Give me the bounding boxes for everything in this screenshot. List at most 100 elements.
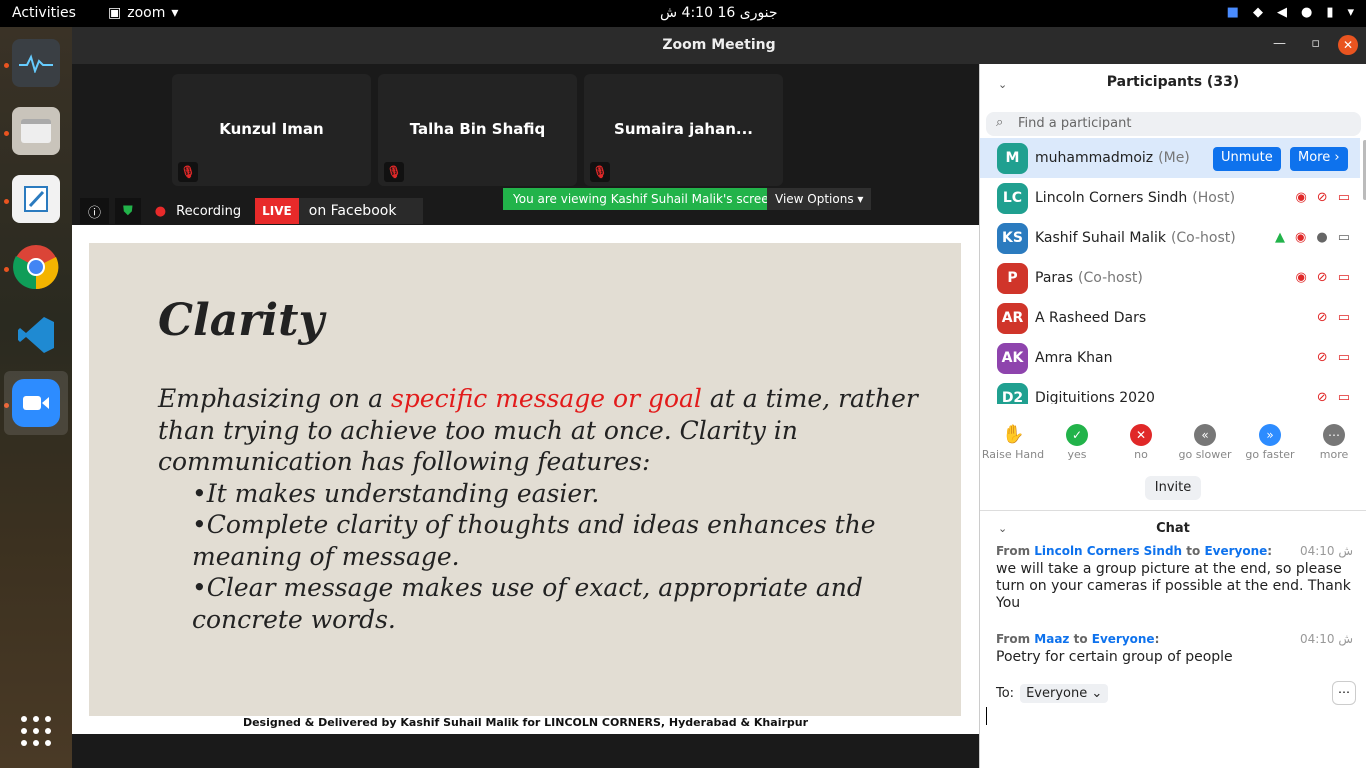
yes-button[interactable]: ✓ yes bbox=[1045, 424, 1109, 461]
vscode-icon[interactable] bbox=[12, 311, 60, 359]
participant-row[interactable]: D2 Digituitions 2020 ⊘ ▭ bbox=[980, 378, 1360, 404]
chevron-down-icon: ▾ bbox=[1347, 5, 1354, 20]
zoom-icon[interactable] bbox=[12, 379, 60, 427]
no-button[interactable]: ✕ no bbox=[1109, 424, 1173, 461]
participant-name: Sumaira jahan... bbox=[614, 120, 753, 138]
recording-label: Recording bbox=[176, 203, 242, 219]
participant-name: Kashif Suhail Malik bbox=[1035, 230, 1166, 246]
files-icon[interactable] bbox=[12, 107, 60, 155]
chat-message: From Lincoln Corners Sindh to Everyone: … bbox=[980, 544, 1366, 612]
recording-icon: ◉ bbox=[1295, 190, 1307, 205]
text-editor-icon[interactable] bbox=[12, 175, 60, 223]
shield-icon[interactable]: ⛊ bbox=[115, 198, 141, 224]
muted-mic-icon: 🎙 bbox=[590, 162, 610, 182]
app-menu[interactable]: ▣ zoom ▾ bbox=[108, 5, 178, 21]
running-indicator bbox=[4, 63, 9, 68]
slide-title: Clarity bbox=[158, 295, 325, 346]
participant-row[interactable]: KS Kashif Suhail Malik (Co-host) ▲ ◉ ● ▭ bbox=[980, 218, 1360, 258]
avatar: D2 bbox=[997, 382, 1028, 404]
video-tile[interactable]: Kunzul Iman 🎙 bbox=[172, 74, 371, 186]
maximize-icon[interactable]: ▫ bbox=[1311, 36, 1320, 51]
screen-share-banner: You are viewing Kashif Suhail Malik's sc… bbox=[503, 188, 787, 210]
participant-role: (Me) bbox=[1158, 150, 1190, 166]
participant-row[interactable]: LC Lincoln Corners Sindh (Host) ◉ ⊘ ▭ bbox=[980, 178, 1360, 218]
recording-icon: ◉ bbox=[1295, 230, 1307, 245]
slide-bullet: •Complete clarity of thoughts and ideas … bbox=[192, 510, 876, 571]
participant-row[interactable]: AK Amra Khan ⊘ ▭ bbox=[980, 338, 1360, 378]
search-icon: ⌕ bbox=[996, 115, 1004, 130]
clock[interactable]: جنوری 16 4:10 ش bbox=[660, 5, 778, 21]
recipient-select[interactable]: Everyone ⌄ bbox=[1020, 684, 1109, 703]
video-tile[interactable]: Sumaira jahan... 🎙 bbox=[584, 74, 783, 186]
participant-name: muhammadmoiz bbox=[1035, 150, 1154, 166]
recipient-name[interactable]: Everyone bbox=[1204, 544, 1267, 558]
slide-body: Emphasizing on a specific message or goa… bbox=[158, 383, 918, 635]
activities-button[interactable]: Activities bbox=[12, 5, 76, 21]
avatar: AR bbox=[997, 302, 1028, 334]
view-options-button[interactable]: View Options ▾ bbox=[767, 188, 872, 210]
message-time: 04:10 ش bbox=[1299, 544, 1353, 558]
message-sender-line: From Maaz to Everyone: bbox=[996, 632, 1351, 646]
participant-search-input[interactable]: ⌕ Find a participant bbox=[986, 112, 1361, 136]
slide: Clarity Emphasizing on a specific messag… bbox=[89, 243, 961, 716]
sender-name[interactable]: Lincoln Corners Sindh bbox=[1034, 544, 1182, 558]
participants-header: Participants (33) bbox=[1106, 74, 1240, 90]
chrome-icon[interactable] bbox=[12, 243, 60, 291]
microphone-icon: ● bbox=[1316, 230, 1328, 245]
message-sender-line: From Lincoln Corners Sindh to Everyone: bbox=[996, 544, 1351, 558]
avatar: M bbox=[997, 142, 1028, 174]
video-off-icon: ▭ bbox=[1337, 310, 1350, 325]
system-monitor-icon[interactable] bbox=[12, 39, 60, 87]
meeting-stage: Kunzul Iman 🎙 Talha Bin Shafiq 🎙 Sumaira j… bbox=[72, 64, 979, 768]
message-text: Poetry for certain group of people bbox=[996, 649, 1233, 665]
chat-header: Chat bbox=[1156, 521, 1190, 536]
go-faster-button[interactable]: » go faster bbox=[1238, 424, 1302, 461]
sender-name[interactable]: Maaz bbox=[1034, 632, 1069, 646]
participant-row[interactable]: M muhammadmoiz (Me) Unmute More › bbox=[980, 138, 1360, 178]
to-prefix: to bbox=[1182, 544, 1205, 558]
info-icon[interactable]: ⓘ bbox=[80, 198, 110, 224]
participant-role: (Co-host) bbox=[1078, 270, 1143, 286]
chat-input[interactable] bbox=[986, 707, 987, 725]
participant-row[interactable]: AR A Rasheed Dars ⊘ ▭ bbox=[980, 298, 1360, 338]
recipient-name[interactable]: Everyone bbox=[1092, 632, 1155, 646]
meeting-status-row: ⓘ ⛊ ● Recording LIVE on Facebook bbox=[80, 198, 423, 224]
record-dot-icon: ● bbox=[154, 203, 167, 219]
more-reactions-button[interactable]: ⋯ more bbox=[1302, 424, 1366, 461]
participant-name: Lincoln Corners Sindh bbox=[1035, 190, 1188, 206]
participant-list: M muhammadmoiz (Me) Unmute More › LC Linc… bbox=[980, 138, 1360, 404]
reaction-label: yes bbox=[1067, 448, 1087, 461]
go-slower-button[interactable]: « go slower bbox=[1173, 424, 1237, 461]
more-button[interactable]: More › bbox=[1290, 147, 1348, 171]
from-prefix: From bbox=[996, 544, 1035, 558]
participant-name: Talha Bin Shafiq bbox=[409, 120, 546, 138]
participant-name: Paras bbox=[1035, 270, 1074, 286]
no-icon: ✕ bbox=[1130, 424, 1152, 446]
unmute-button[interactable]: Unmute bbox=[1213, 147, 1281, 171]
video-off-icon: ▭ bbox=[1337, 190, 1350, 205]
chat-more-button[interactable]: ⋯ bbox=[1332, 681, 1356, 705]
zoom-tray-icon[interactable]: ■ bbox=[1227, 5, 1239, 20]
avatar: AK bbox=[997, 342, 1028, 374]
from-prefix: From bbox=[996, 632, 1035, 646]
system-tray[interactable]: ■ ◆ ◀ ● ▮ ▾ bbox=[1227, 5, 1354, 20]
raise-hand-button[interactable]: ✋ Raise Hand bbox=[981, 424, 1045, 461]
sender-suffix: : bbox=[1267, 544, 1273, 558]
view-options-label: View Options bbox=[775, 192, 854, 206]
yes-icon: ✓ bbox=[1066, 424, 1088, 446]
share-screen-icon: ▲ bbox=[1275, 230, 1286, 245]
participant-role: (Host) bbox=[1192, 190, 1236, 206]
video-tile[interactable]: Talha Bin Shafiq 🎙 bbox=[378, 74, 577, 186]
app-menu-label: zoom bbox=[127, 5, 166, 21]
search-placeholder: Find a participant bbox=[1018, 116, 1132, 131]
live-badge[interactable]: LIVE bbox=[255, 198, 299, 224]
recording-indicator[interactable]: ● Recording bbox=[147, 198, 249, 224]
close-icon[interactable]: ✕ bbox=[1338, 35, 1358, 55]
show-apps-icon[interactable] bbox=[12, 707, 60, 755]
invite-button[interactable]: Invite bbox=[1145, 476, 1201, 500]
participant-row[interactable]: P Paras (Co-host) ◉ ⊘ ▭ bbox=[980, 258, 1360, 298]
chat-messages: From Lincoln Corners Sindh to Everyone: … bbox=[980, 542, 1366, 674]
slide-bullet: •Clear message makes use of exact, appro… bbox=[192, 573, 863, 634]
minimize-icon[interactable]: — bbox=[1273, 36, 1286, 51]
recording-icon: ◉ bbox=[1295, 270, 1307, 285]
